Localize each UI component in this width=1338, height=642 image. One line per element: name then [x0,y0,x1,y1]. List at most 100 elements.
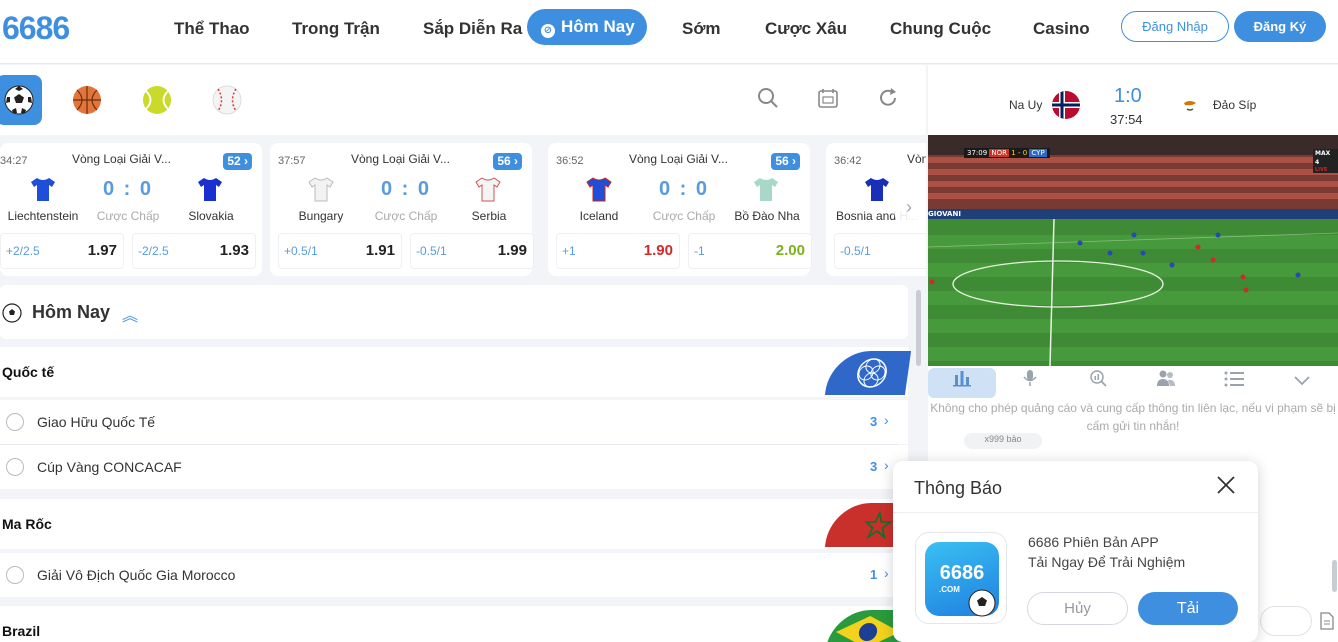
country-header[interactable]: Brazil [0,606,912,642]
country-name: Ma Rốc [2,516,52,532]
league-row[interactable]: Giao Hữu Quốc Tế 3 › [0,400,908,444]
analysis-icon [1090,370,1107,387]
home-team-name: Bungary [298,209,344,223]
refresh-icon[interactable] [876,87,900,111]
basketball-tab[interactable] [64,75,110,125]
home-jersey-icon [865,178,889,201]
league-row[interactable]: Cúp Vàng CONCACAF 3 › [0,445,908,489]
country-name: Brazil [2,623,41,639]
league-row[interactable]: Giải Vô Địch Quốc Gia Morocco 1 › [0,553,908,597]
live-score: 1:0 [1114,85,1142,107]
odds-price: 1.99 [497,242,527,259]
calendar-icon[interactable] [816,87,840,111]
odds-home-button[interactable]: +0.5/1 1.91 [278,233,402,269]
nav-som[interactable]: Sớm [682,14,721,44]
chevron-up-icon[interactable]: ︽ [122,302,138,326]
stats-tab[interactable] [928,368,996,398]
home-jersey-icon [31,178,55,201]
odds-home-button[interactable]: -0.5/1 1 [834,233,926,269]
league-select-radio[interactable] [6,566,24,584]
odds-price: 1.90 [643,242,673,259]
events-tab[interactable] [1200,368,1268,398]
today-section-header[interactable]: Hôm Nay ︽ [0,285,908,339]
commentary-tab[interactable] [996,368,1064,398]
chat-scrollbar[interactable] [1332,560,1337,592]
download-button[interactable]: Tải [1138,592,1238,625]
users-icon [1157,370,1175,386]
attachment-icon[interactable] [1320,612,1334,635]
chat-message: x999 bảo [964,433,1042,449]
away-team-name: Serbia [471,209,507,223]
league-select-radio[interactable] [6,458,24,476]
baseball-tab[interactable] [204,75,250,125]
dialog-message-line1: 6686 Phiên Bản APP [1028,534,1159,550]
match-time: 34:27 [0,155,28,167]
dialog-divider [893,512,1258,513]
home-team-name: Iceland [579,209,619,223]
nav-chung-cuoc[interactable]: Chung Cuộc [890,14,991,44]
match-time: 36:52 [556,155,584,167]
chevron-right-icon: › [884,412,889,428]
basketball-icon [73,86,101,114]
match-card[interactable]: 37:57 Vòng Loại Giải V... 56 › 0 : 0 Bun… [270,143,534,276]
compass-icon: ⊘ [541,24,555,38]
list-icon [1224,371,1244,387]
market-count-badge[interactable]: 56 › [493,153,522,170]
live-match-cards: 34:27 Vòng Loại Giải V... 52 › 0 : 0 Lie… [0,143,926,278]
match-count: 3 [870,414,878,429]
odds-home-button[interactable]: +2/2.5 1.97 [0,233,124,269]
nav-casino[interactable]: Casino [1033,14,1090,44]
away-team-name: Đảo Síp [1213,98,1257,112]
close-icon[interactable] [1216,475,1236,500]
live-scoreboard: Na Uy 1:0 37:54 Đảo Síp [928,65,1338,135]
register-button[interactable]: Đăng Ký [1234,11,1326,42]
match-time: 37:57 [278,155,306,167]
chevron-right-icon: › [884,457,889,473]
odds-line: +0.5/1 [284,244,318,258]
market-count-badge[interactable]: 56 › [771,153,800,170]
cancel-button[interactable]: Hủy [1027,592,1128,625]
country-header[interactable]: Quốc tế [0,347,912,397]
tennis-tab[interactable] [134,75,180,125]
match-card[interactable]: 34:27 Vòng Loại Giải V... 52 › 0 : 0 Lie… [0,143,262,276]
odds-away-button[interactable]: -1 2.00 [688,233,812,269]
country-header[interactable]: Ma Rốc [0,499,912,549]
analysis-tab[interactable] [1064,368,1132,398]
odds-price: 2.00 [775,242,805,259]
away-jersey-icon [754,178,778,201]
tennis-ball-icon [143,86,171,114]
nav-the-thao[interactable]: Thể Thao [174,14,250,44]
odds-line: -0.5/1 [840,244,871,258]
top-header: 6686 Thể Thao Trong Trận Sắp Diễn Ra ⊘ Hô… [0,0,1338,64]
list-scrollbar[interactable] [916,290,921,366]
market-count-badge[interactable]: 52 › [223,153,252,170]
odds-home-button[interactable]: +1 1.90 [556,233,680,269]
nav-cuoc-xau[interactable]: Cược Xâu [765,14,847,44]
search-icon[interactable] [756,87,780,111]
cards-next-button[interactable]: › [894,187,924,227]
match-count: 1 [870,567,878,582]
site-logo[interactable]: 6686 [2,10,70,47]
chat-input[interactable] [1260,606,1312,636]
league-select-radio[interactable] [6,413,24,431]
lineup-tab[interactable] [1132,368,1200,398]
soccer-tab[interactable] [0,75,42,125]
nav-hom-nay[interactable]: ⊘ Hôm Nay [527,9,647,45]
league-name: Cúp Vàng CONCACAF [37,459,182,475]
match-count: 3 [870,459,878,474]
nav-trong-tran[interactable]: Trong Trận [292,14,380,44]
live-video-player[interactable]: 37:09 NOR 1 - 0 CYP GIOVANI MAX 4 LIVE [928,135,1338,366]
login-button[interactable]: Đăng Nhập [1121,11,1229,42]
match-score: 0 : 0 [658,178,710,200]
odds-away-button[interactable]: -2/2.5 1.93 [132,233,256,269]
nav-sap-dien-ra[interactable]: Sắp Diễn Ra [423,14,522,44]
collapse-tab[interactable] [1268,368,1336,398]
country-name: Quốc tế [2,364,55,380]
league-name: Giải Vô Địch Quốc Gia Morocco [37,567,236,583]
odds-line: -1 [694,244,705,258]
advertising-board: GIOVANI [928,210,1338,219]
away-team-name: Slovakia [188,209,234,223]
match-card[interactable]: 36:52 Vòng Loại Giải V... 56 › 0 : 0 Ice… [548,143,812,276]
baseball-icon [212,85,242,115]
odds-away-button[interactable]: -0.5/1 1.99 [410,233,534,269]
